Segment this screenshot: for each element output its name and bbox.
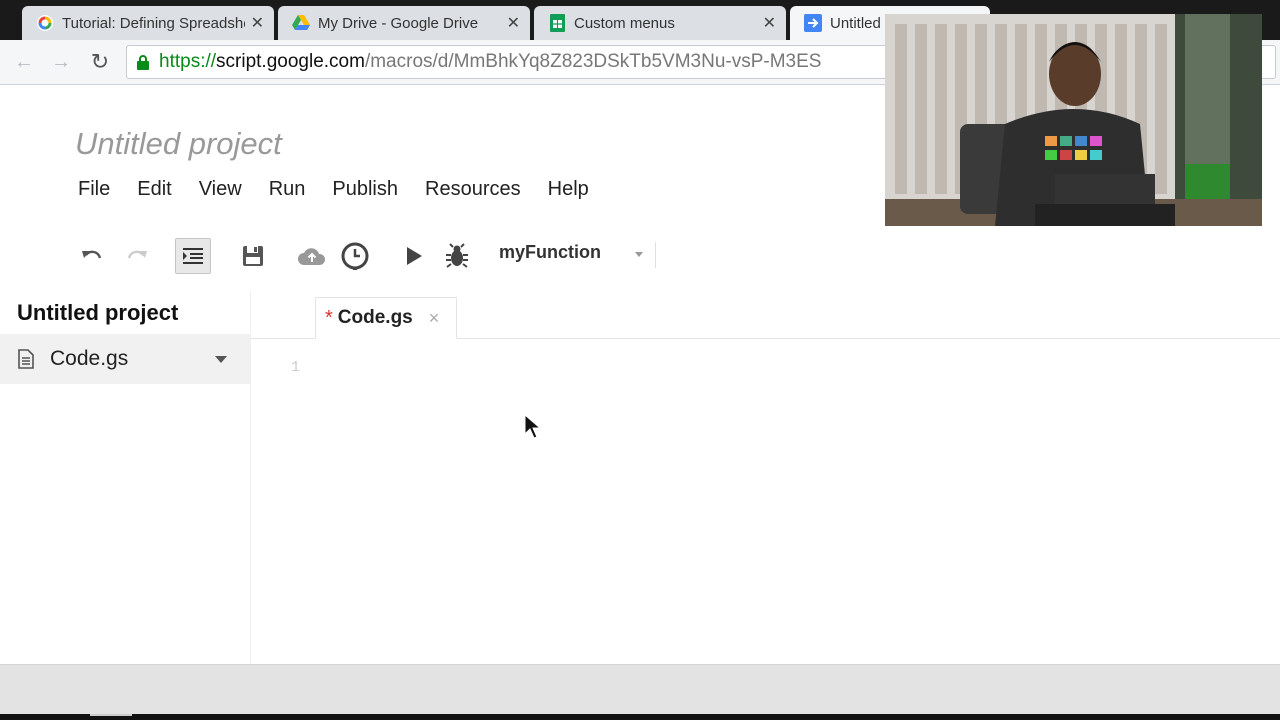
menu-bar: File Edit View Run Publish Resources Hel… [78, 178, 616, 201]
menu-publish[interactable]: Publish [332, 178, 398, 201]
google-drive-icon [292, 14, 310, 32]
indent-icon[interactable] [175, 238, 211, 274]
unsaved-marker: * [325, 306, 333, 329]
sidebar-file-code-gs[interactable]: Code.gs [0, 334, 250, 384]
sidebar-project-title: Untitled project [17, 300, 179, 325]
back-arrow-icon[interactable]: ← [12, 50, 36, 74]
url-scheme: https:// [159, 51, 217, 72]
redo-icon[interactable] [119, 238, 155, 274]
mouse-pointer-icon [524, 414, 542, 439]
debug-bug-icon[interactable] [439, 238, 475, 274]
project-title[interactable]: Untitled project [75, 126, 282, 162]
chevron-down-icon[interactable] [215, 356, 227, 363]
editor-tab-bar: * Code.gs × [251, 290, 1280, 339]
line-number: 1 [291, 359, 301, 376]
url-host: script.google.com [216, 51, 365, 72]
close-icon[interactable]: ✕ [507, 13, 520, 33]
menu-resources[interactable]: Resources [425, 178, 521, 201]
chevron-down-icon[interactable] [635, 252, 643, 257]
editor-toolbar: myFunction [72, 234, 662, 278]
forward-arrow-icon[interactable]: → [49, 50, 73, 74]
browser-tab-tutorial[interactable]: Tutorial: Defining Spreadsheet ✕ [22, 6, 274, 40]
document-icon [18, 349, 34, 369]
tab-label: Code.gs [337, 307, 413, 328]
window-bottom-edge [0, 714, 1280, 720]
google-sheets-icon [548, 14, 566, 32]
deploy-cloud-icon[interactable] [294, 238, 330, 274]
tab-code-gs[interactable]: * Code.gs × [315, 297, 457, 339]
menu-help[interactable]: Help [548, 178, 589, 201]
menu-run[interactable]: Run [269, 178, 306, 201]
triggers-clock-icon[interactable] [337, 238, 373, 274]
close-icon[interactable]: × [429, 308, 440, 329]
close-icon[interactable]: ✕ [763, 13, 776, 33]
sidebar-file-label: Code.gs [50, 347, 129, 370]
scroll-indicator [90, 714, 132, 716]
lock-icon [137, 55, 149, 70]
menu-edit[interactable]: Edit [137, 178, 171, 201]
status-bar [0, 664, 1280, 715]
run-icon[interactable] [396, 238, 432, 274]
function-select[interactable]: myFunction [499, 242, 601, 263]
save-icon[interactable] [235, 238, 271, 274]
code-editor[interactable]: 1 [251, 339, 1280, 664]
apps-script-arrow-icon [804, 14, 822, 32]
menu-view[interactable]: View [199, 178, 242, 201]
webcam-overlay [885, 14, 1262, 226]
tab-title: Custom menus [574, 14, 675, 32]
menu-file[interactable]: File [78, 178, 110, 201]
browser-tab-drive[interactable]: My Drive - Google Drive ✕ [278, 6, 530, 40]
tab-title: Tutorial: Defining Spreadsheet [62, 14, 245, 32]
reload-icon[interactable]: ↻ [88, 50, 112, 74]
close-icon[interactable]: ✕ [251, 13, 264, 33]
toolbar-divider [655, 242, 656, 268]
file-sidebar: Untitled project Code.gs [0, 290, 251, 664]
browser-tab-custom-menus[interactable]: Custom menus ✕ [534, 6, 786, 40]
tab-title: My Drive - Google Drive [318, 14, 479, 32]
undo-icon[interactable] [74, 238, 110, 274]
url-path: /macros/d/MmBhkYq8Z823DSkTb5VM3Nu-vsP-M3… [364, 51, 822, 72]
presenter-video-image [885, 14, 1262, 226]
google-apps-script-icon [36, 14, 54, 32]
